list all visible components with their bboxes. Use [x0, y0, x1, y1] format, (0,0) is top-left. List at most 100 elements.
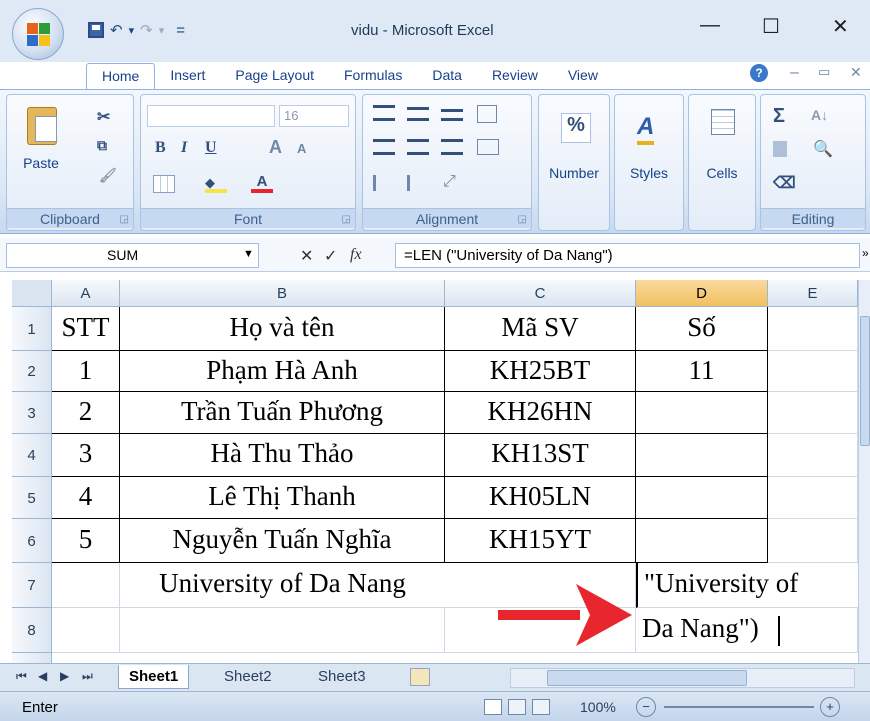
- cell-a2[interactable]: 1: [52, 351, 120, 392]
- alignment-launcher-icon[interactable]: ◲: [518, 214, 527, 225]
- cell-c6[interactable]: KH15YT: [445, 519, 636, 563]
- horizontal-scrollbar[interactable]: [510, 668, 855, 688]
- formula-enter-icon[interactable]: ✓: [324, 246, 337, 266]
- row-header[interactable]: [12, 653, 52, 663]
- cell-d2[interactable]: 11: [636, 351, 768, 392]
- align-bottom-icon[interactable]: [441, 109, 463, 121]
- find-select-icon[interactable]: 🔍: [813, 139, 833, 159]
- cell-a6[interactable]: 5: [52, 519, 120, 563]
- cell-d1[interactable]: Số: [636, 307, 768, 351]
- close-button[interactable]: ✕: [832, 14, 849, 39]
- name-box[interactable]: SUM: [6, 243, 259, 268]
- align-right-icon[interactable]: [441, 139, 463, 155]
- minimize-button[interactable]: —: [700, 14, 720, 37]
- cell-c2[interactable]: KH25BT: [445, 351, 636, 392]
- cell-c3[interactable]: KH26HN: [445, 392, 636, 434]
- redo-icon[interactable]: ↷: [140, 21, 153, 39]
- cell-e7[interactable]: [768, 563, 858, 608]
- zoom-level[interactable]: 100%: [580, 699, 616, 715]
- insert-function-icon[interactable]: fx: [350, 246, 362, 264]
- tab-insert[interactable]: Insert: [155, 63, 220, 89]
- ribbon-minimize-icon[interactable]: –: [790, 64, 799, 82]
- align-left-icon[interactable]: [373, 139, 395, 155]
- font-launcher-icon[interactable]: ◲: [342, 214, 351, 225]
- italic-button[interactable]: I: [181, 139, 187, 157]
- column-header-a[interactable]: A: [52, 280, 120, 307]
- office-button[interactable]: [12, 8, 64, 60]
- row-header[interactable]: 6: [12, 519, 52, 563]
- cell-a3[interactable]: 2: [52, 392, 120, 434]
- cell-d7[interactable]: "University of: [636, 563, 798, 608]
- page-break-view-icon[interactable]: [532, 699, 550, 715]
- maximize-button[interactable]: ☐: [762, 14, 780, 39]
- cell-e6[interactable]: [768, 519, 858, 563]
- cell-e8[interactable]: [768, 608, 858, 653]
- column-header-d[interactable]: D: [636, 280, 768, 307]
- styles-button[interactable]: Styles: [617, 165, 681, 181]
- cell-e3[interactable]: [768, 392, 858, 434]
- select-all-corner[interactable]: [12, 280, 52, 307]
- increase-indent-icon[interactable]: [407, 175, 429, 191]
- cell-d8[interactable]: Da Nang"): [636, 608, 768, 653]
- row-header[interactable]: 2: [12, 351, 52, 392]
- column-header-c[interactable]: C: [445, 280, 636, 307]
- customize-qat-icon[interactable]: =: [176, 22, 185, 39]
- cell-b4[interactable]: Hà Thu Thảo: [120, 434, 445, 477]
- cell-d6[interactable]: [636, 519, 768, 563]
- sheet-nav-last-icon[interactable]: ⏭: [82, 669, 93, 684]
- h-scroll-thumb[interactable]: [547, 670, 747, 686]
- styles-icon[interactable]: A: [637, 113, 655, 145]
- expand-formula-icon[interactable]: »: [862, 246, 869, 260]
- sheet-tab-sheet3[interactable]: Sheet3: [308, 665, 376, 689]
- grow-font-button[interactable]: A: [269, 137, 282, 158]
- fill-color-icon[interactable]: ◆: [205, 175, 227, 193]
- cells-button[interactable]: Cells: [691, 165, 753, 181]
- cell-c4[interactable]: KH13ST: [445, 434, 636, 477]
- cell-a8[interactable]: [52, 608, 120, 653]
- cells-icon[interactable]: [711, 109, 735, 135]
- page-layout-view-icon[interactable]: [508, 699, 526, 715]
- cell-e4[interactable]: [768, 434, 858, 477]
- normal-view-icon[interactable]: [484, 699, 502, 715]
- formula-input[interactable]: =LEN ("University of Da Nang"): [395, 243, 860, 268]
- cell-a5[interactable]: 4: [52, 477, 120, 519]
- sheet-tab-sheet1[interactable]: Sheet1: [118, 665, 190, 689]
- cell-d5[interactable]: [636, 477, 768, 519]
- undo-icon[interactable]: ↶: [110, 21, 123, 39]
- sheet-nav-next-icon[interactable]: ▶: [60, 669, 69, 683]
- column-header-b[interactable]: B: [120, 280, 445, 307]
- cell-e5[interactable]: [768, 477, 858, 519]
- underline-button[interactable]: U: [205, 139, 217, 157]
- undo-dropdown-icon[interactable]: ▾: [129, 24, 135, 37]
- tab-view[interactable]: View: [553, 63, 613, 89]
- number-button[interactable]: Number: [541, 165, 607, 181]
- cell-c5[interactable]: KH05LN: [445, 477, 636, 519]
- paste-button[interactable]: Paste: [15, 155, 67, 171]
- font-name-combo[interactable]: [147, 105, 275, 127]
- sheet-tab-sheet2[interactable]: Sheet2: [214, 665, 282, 689]
- column-header-e[interactable]: E: [768, 280, 858, 307]
- clipboard-launcher-icon[interactable]: ◲: [120, 214, 129, 225]
- font-color-icon[interactable]: A: [251, 173, 273, 193]
- cell-b2[interactable]: Phạm Hà Anh: [120, 351, 445, 392]
- redo-dropdown-icon[interactable]: ▾: [159, 24, 165, 37]
- save-icon[interactable]: [88, 22, 104, 38]
- row-header[interactable]: 3: [12, 392, 52, 434]
- format-painter-icon[interactable]: 🖌: [99, 167, 117, 184]
- cell-d3[interactable]: [636, 392, 768, 434]
- paste-icon[interactable]: [27, 107, 57, 145]
- name-box-dropdown-icon[interactable]: ▼: [243, 248, 254, 260]
- cell-a7[interactable]: [52, 563, 120, 608]
- decrease-indent-icon[interactable]: [373, 175, 395, 191]
- row-header[interactable]: 8: [12, 608, 52, 653]
- cell-a1[interactable]: STT: [52, 307, 120, 351]
- cell-b3[interactable]: Trần Tuấn Phương: [120, 392, 445, 434]
- zoom-in-button[interactable]: +: [820, 697, 840, 717]
- tab-home[interactable]: Home: [86, 63, 156, 89]
- number-format-icon[interactable]: %: [561, 113, 591, 143]
- row-header[interactable]: 5: [12, 477, 52, 519]
- row-header[interactable]: 1: [12, 307, 52, 351]
- cell-e2[interactable]: [768, 351, 858, 392]
- worksheet-grid[interactable]: A B C D E 1 STT Họ và tên Mã SV Số 2 1 P…: [12, 280, 858, 663]
- cell-b8[interactable]: [120, 608, 445, 653]
